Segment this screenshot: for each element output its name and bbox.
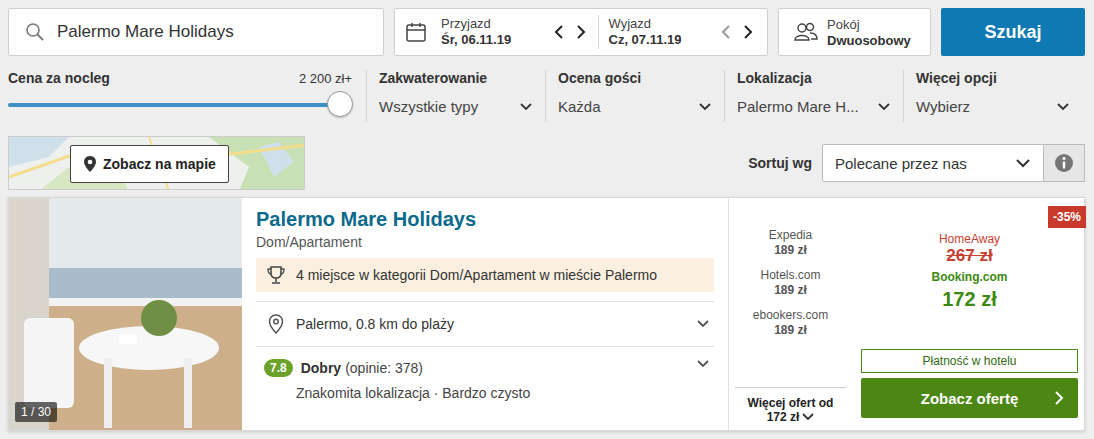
rating-highlights: Znakomita lokalizacja · Bardzo czysto — [296, 385, 696, 401]
hotel-name[interactable]: Palermo Mare Holidays — [256, 206, 714, 232]
price-slider-fill — [8, 103, 340, 107]
best-deal: -35% HomeAway267 zł Booking.com 172 zł Płatn… — [852, 198, 1086, 430]
checkin-date[interactable]: PrzyjazdŚr, 06.11.19 — [437, 16, 592, 48]
old-price: 267 zł — [861, 246, 1078, 266]
hotel-info: Palermo Mare Holidays Dom/Apartament 4 mie… — [242, 198, 728, 430]
search-bar: Palermo Mare Holidays PrzyjazdŚr, 06.11.1… — [0, 0, 1094, 56]
checkin-label: Przyjazd — [441, 16, 511, 32]
chevron-left-icon[interactable] — [719, 24, 733, 40]
sort-control: Sortuj wg Polecane przez nas — [748, 144, 1085, 182]
discount-badge: -35% — [1048, 206, 1086, 228]
room-selector[interactable]: PokójDwuosobowy — [778, 8, 931, 56]
offer-site: Expedia — [735, 228, 846, 243]
guests-icon — [793, 21, 819, 43]
room-value: Dwuosobowy — [827, 33, 911, 48]
sort-dropdown[interactable]: Polecane przez nas — [822, 144, 1044, 182]
award-badge: 4 miejsce w kategorii Dom/Apartament w m… — [256, 258, 714, 292]
filter-label: Ocena gości — [558, 70, 712, 86]
offer-item[interactable]: Hotels.com189 zł — [735, 268, 846, 298]
location-row[interactable]: Palermo, 0.8 km do plaży — [256, 301, 714, 347]
search-query: Palermo Mare Holidays — [57, 22, 234, 42]
hotel-photo-icon — [9, 198, 242, 430]
checkout-date[interactable]: WyjazdCz, 07.11.19 — [605, 16, 760, 48]
hotel-search-page: Palermo Mare Holidays PrzyjazdŚr, 06.11.1… — [0, 0, 1094, 439]
chevron-down-icon — [696, 359, 710, 369]
date-picker[interactable]: PrzyjazdŚr, 06.11.19 WyjazdCz, 07.11.19 — [394, 8, 768, 56]
filter-label: Zakwaterowanie — [379, 70, 533, 86]
chevron-down-icon — [519, 102, 533, 112]
checkout-value: Cz, 07.11.19 — [609, 32, 682, 48]
hotel-card: 1 / 30 Palermo Mare Holidays Dom/Apartamen… — [8, 197, 1085, 431]
price-slider-handle[interactable] — [327, 91, 353, 117]
rating-label: Dobry — [301, 360, 341, 376]
checkin-value: Śr, 06.11.19 — [441, 32, 511, 48]
info-icon — [1054, 153, 1074, 173]
filter-label: Lokalizacja — [737, 70, 891, 86]
search-icon — [25, 22, 45, 42]
offer-item[interactable]: Expedia189 zł — [735, 228, 846, 258]
calendar-icon — [405, 21, 427, 43]
chevron-right-icon[interactable] — [574, 24, 588, 40]
filter-dropdown[interactable]: Lokalizacja Palermo Mare H... — [724, 70, 903, 122]
chevron-down-icon — [1056, 102, 1070, 112]
chevron-right-icon[interactable] — [741, 24, 755, 40]
filter-label: Więcej opcji — [916, 70, 1070, 86]
more-offers[interactable]: Więcej ofert od172 zł — [735, 387, 846, 430]
location-text: Palermo, 0.8 km do plaży — [296, 316, 684, 332]
more-offers-label: Więcej ofert od — [735, 396, 846, 410]
filter-value: Wybierz — [916, 98, 970, 115]
price-label: Cena za nocleg — [8, 70, 110, 86]
results-toolbar: Zobacz na mapie Sortuj wg Polecane przez n… — [0, 136, 1094, 190]
filter-dropdown[interactable]: Więcej opcji Wybierz — [903, 70, 1082, 122]
hotel-photo[interactable]: 1 / 30 — [9, 198, 242, 430]
old-price-site: HomeAway — [861, 232, 1078, 246]
chevron-down-icon — [696, 319, 710, 329]
location-pin-icon — [268, 314, 284, 334]
hotel-type: Dom/Apartament — [256, 234, 714, 250]
deal-price: 172 zł — [861, 288, 1078, 311]
deal-site: Booking.com — [861, 270, 1078, 284]
photo-counter: 1 / 30 — [15, 402, 57, 422]
room-label: Pokój — [827, 17, 911, 33]
checkout-label: Wyjazd — [609, 16, 682, 32]
chevron-down-icon — [1015, 158, 1031, 168]
rating-score: 7.8 — [264, 359, 293, 377]
filter-value: Palermo Mare H... — [737, 98, 859, 115]
chevron-down-icon — [877, 102, 891, 112]
filter-dropdown[interactable]: Zakwaterowanie Wszystkie typy — [366, 70, 545, 122]
chevron-left-icon[interactable] — [552, 24, 566, 40]
chevron-down-icon — [802, 413, 814, 421]
sort-info-button[interactable] — [1044, 144, 1085, 182]
more-offers-price: 172 zł — [767, 410, 800, 424]
price-slider[interactable] — [8, 103, 340, 107]
offer-price: 189 zł — [735, 283, 846, 298]
sort-value: Polecane przez nas — [835, 155, 967, 172]
filter-dropdown[interactable]: Ocena gości Każda — [545, 70, 724, 122]
price-filter: Cena za nocleg 2 200 zł+ — [8, 70, 366, 122]
trophy-icon — [266, 265, 286, 285]
search-button[interactable]: Szukaj — [941, 8, 1085, 56]
chevron-down-icon — [698, 102, 712, 112]
offer-price: 189 zł — [735, 243, 846, 258]
filter-value: Wszystkie typy — [379, 98, 478, 115]
chevron-right-icon — [1054, 390, 1064, 406]
filter-bar: Cena za nocleg 2 200 zł+ Zakwaterowanie Wsz… — [0, 70, 1094, 122]
other-offers: Expedia189 złHotels.com189 złebookers.co… — [728, 198, 852, 430]
show-map-button[interactable]: Zobacz na mapie — [70, 145, 229, 183]
map-pin-icon — [83, 155, 97, 173]
rating-row[interactable]: 7.8 Dobry(opinie: 378) Znakomita lokalizac… — [256, 347, 714, 401]
price-reading: 2 200 zł+ — [299, 71, 352, 86]
offer-site: Hotels.com — [735, 268, 846, 283]
view-deal-button[interactable]: Zobacz ofertę — [861, 378, 1078, 418]
offer-site: ebookers.com — [735, 308, 846, 323]
offer-item[interactable]: ebookers.com189 zł — [735, 308, 846, 338]
sort-label: Sortuj wg — [748, 155, 812, 171]
payment-badge: Płatność w hotelu — [861, 349, 1078, 373]
map-preview[interactable]: Zobacz na mapie — [8, 136, 305, 190]
filter-value: Każda — [558, 98, 601, 115]
rating-count: (opinie: 378) — [345, 360, 423, 376]
search-field[interactable]: Palermo Mare Holidays — [8, 8, 384, 56]
offer-price: 189 zł — [735, 323, 846, 338]
